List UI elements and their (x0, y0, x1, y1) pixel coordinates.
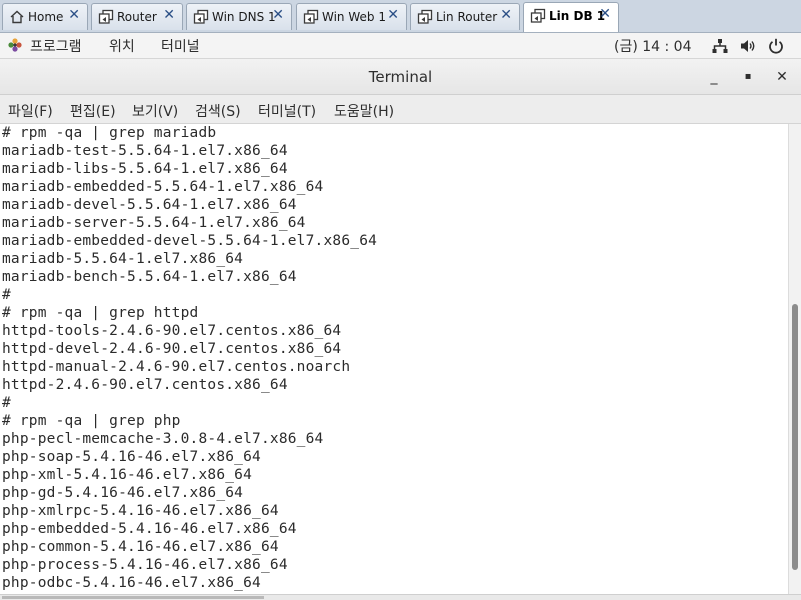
window-title: Terminal (368, 68, 433, 86)
vm-icon (417, 9, 433, 24)
terminal-line: # (2, 287, 11, 303)
vm-icon (193, 9, 209, 24)
terminal-line: php-gd-5.4.16-46.el7.x86_64 (2, 485, 244, 501)
tab-label: Win DNS 1 (212, 10, 276, 24)
volume-icon[interactable] (739, 37, 757, 55)
tab-home[interactable]: Home ✕ (2, 3, 88, 30)
menu-terminal[interactable]: 터미널(T) (258, 101, 316, 121)
terminal-line: mariadb-server-5.5.64-1.el7.x86_64 (2, 215, 306, 231)
tab-close-icon[interactable]: ✕ (272, 7, 284, 23)
tab-lin-router[interactable]: Lin Router ✕ (410, 3, 520, 30)
vm-icon (530, 8, 546, 23)
menu-edit[interactable]: 편집(E) (70, 101, 116, 121)
screen: Home ✕ Router ✕ Win DNS 1 ✕ Win Web 1 ✕ … (0, 0, 801, 600)
terminal-line: # rpm -qa | grep httpd (2, 305, 199, 321)
tab-win-web-1[interactable]: Win Web 1 ✕ (296, 3, 407, 30)
gnome-top-bar: 프로그램 위치 터미널 (금) 14 : 04 (0, 33, 801, 59)
tab-close-icon[interactable]: ✕ (68, 7, 80, 23)
terminal-line: php-embedded-5.4.16-46.el7.x86_64 (2, 521, 297, 537)
applications-menu[interactable]: 프로그램 (30, 36, 82, 56)
terminal-line: php-process-5.4.16-46.el7.x86_64 (2, 557, 288, 573)
terminal-line: mariadb-test-5.5.64-1.el7.x86_64 (2, 143, 288, 159)
terminal-line: php-common-5.4.16-46.el7.x86_64 (2, 539, 279, 555)
terminal-scrollbar[interactable] (788, 124, 801, 594)
tab-label: Home (28, 10, 64, 24)
terminal-line: httpd-tools-2.4.6-90.el7.centos.x86_64 (2, 323, 342, 339)
horizontal-scroll-indicator (2, 596, 264, 599)
tab-label: Router (117, 10, 157, 24)
menu-view[interactable]: 보기(V) (132, 101, 178, 121)
terminal-line: # rpm -qa | grep php (2, 413, 181, 429)
tab-label: Lin Router (436, 10, 498, 24)
tab-win-dns-1[interactable]: Win DNS 1 ✕ (186, 3, 292, 30)
terminal-line: php-xml-5.4.16-46.el7.x86_64 (2, 467, 253, 483)
vm-icon (303, 9, 319, 24)
applications-icon (8, 38, 22, 52)
tab-close-icon[interactable]: ✕ (599, 6, 611, 22)
tab-close-icon[interactable]: ✕ (500, 7, 512, 23)
terminal-line: httpd-manual-2.4.6-90.el7.centos.noarch (2, 359, 351, 375)
window-bottom-edge (0, 594, 801, 600)
power-icon[interactable] (767, 37, 785, 55)
terminal-line: # (2, 395, 11, 411)
network-icon[interactable] (711, 37, 729, 55)
tab-label: Lin DB 1 (549, 9, 606, 23)
terminal-line: mariadb-libs-5.5.64-1.el7.x86_64 (2, 161, 288, 177)
tab-close-icon[interactable]: ✕ (163, 7, 175, 23)
terminal-line: mariadb-5.5.64-1.el7.x86_64 (2, 251, 244, 267)
terminal-line: mariadb-devel-5.5.64-1.el7.x86_64 (2, 197, 297, 213)
menu-search[interactable]: 검색(S) (195, 101, 241, 121)
tab-close-icon[interactable]: ✕ (387, 7, 399, 23)
clock[interactable]: (금) 14 : 04 (614, 36, 692, 56)
terminal-menu-bar: 파일(F) 편집(E) 보기(V) 검색(S) 터미널(T) 도움말(H) (0, 95, 801, 124)
home-icon (10, 10, 24, 24)
terminal-line: php-odbc-5.4.16-46.el7.x86_64 (2, 575, 261, 591)
vm-icon (98, 9, 114, 24)
tab-lin-db-1[interactable]: Lin DB 1 ✕ (523, 2, 619, 32)
tab-router[interactable]: Router ✕ (91, 3, 183, 30)
terminal-line: # rpm -qa | grep mariadb (2, 125, 217, 141)
terminal-app-menu[interactable]: 터미널 (161, 36, 200, 56)
menu-help[interactable]: 도움말(H) (334, 101, 394, 121)
terminal-line: mariadb-embedded-devel-5.5.64-1.el7.x86_… (2, 233, 378, 249)
close-button[interactable]: ✕ (772, 67, 792, 87)
minimize-button[interactable]: _ (704, 67, 724, 87)
scrollbar-thumb[interactable] (792, 304, 798, 570)
places-menu[interactable]: 위치 (109, 36, 135, 56)
terminal-line: mariadb-bench-5.5.64-1.el7.x86_64 (2, 269, 297, 285)
menu-file[interactable]: 파일(F) (8, 101, 53, 121)
terminal-line: httpd-2.4.6-90.el7.centos.x86_64 (2, 377, 288, 393)
terminal-output[interactable]: # rpm -qa | grep mariadb mariadb-test-5.… (0, 124, 788, 594)
tab-label: Win Web 1 (322, 10, 386, 24)
vm-tab-strip: Home ✕ Router ✕ Win DNS 1 ✕ Win Web 1 ✕ … (0, 0, 801, 33)
maximize-button[interactable]: ▪ (738, 67, 758, 87)
terminal-title-bar[interactable]: Terminal _ ▪ ✕ (0, 59, 801, 95)
terminal-line: php-pecl-memcache-3.0.8-4.el7.x86_64 (2, 431, 324, 447)
terminal-line: mariadb-embedded-5.5.64-1.el7.x86_64 (2, 179, 324, 195)
terminal-line: php-xmlrpc-5.4.16-46.el7.x86_64 (2, 503, 279, 519)
terminal-line: php-soap-5.4.16-46.el7.x86_64 (2, 449, 261, 465)
terminal-line: httpd-devel-2.4.6-90.el7.centos.x86_64 (2, 341, 342, 357)
